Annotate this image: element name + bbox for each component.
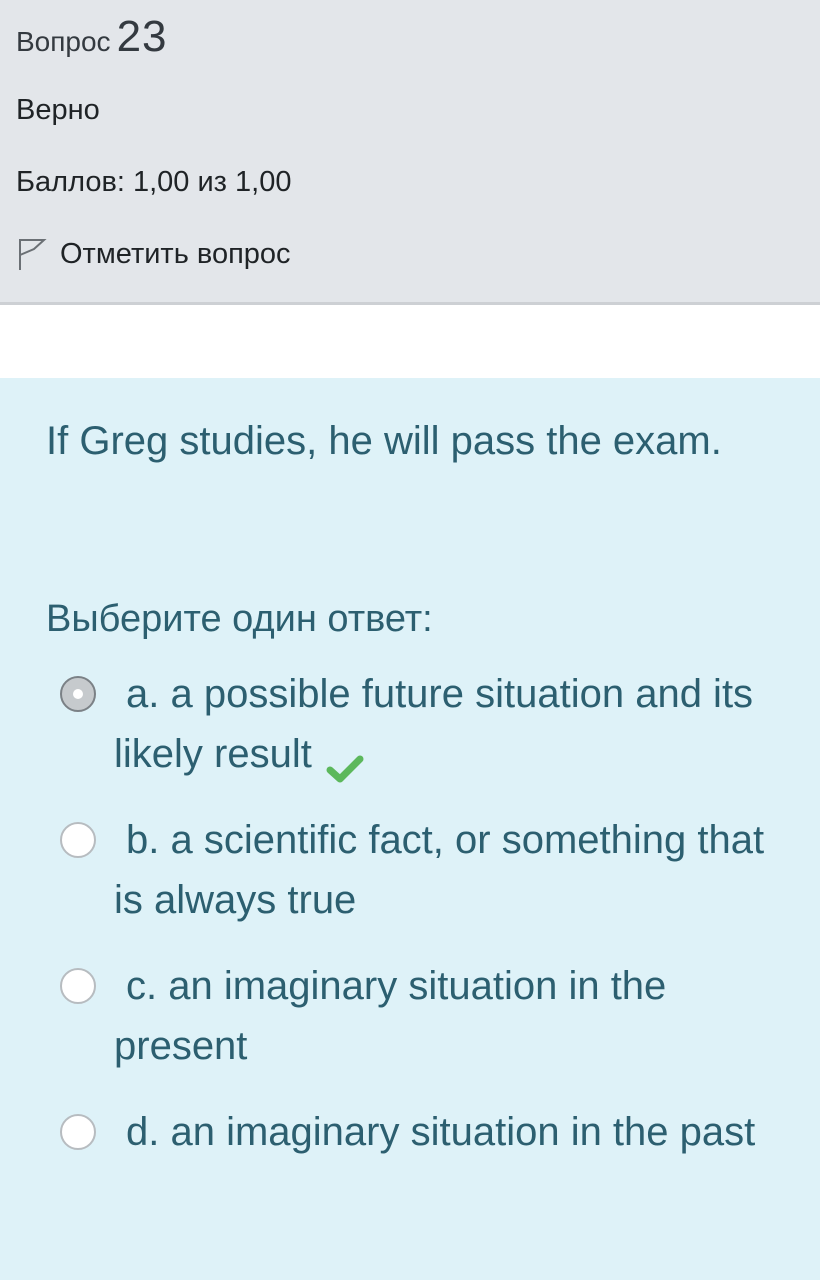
question-word: Вопрос: [16, 26, 111, 57]
answer-label-a: a. a possible future situation and its l…: [114, 672, 754, 776]
answer-option-a[interactable]: a. a possible future situation and its l…: [60, 664, 780, 784]
flag-outline-icon: [16, 236, 48, 272]
answer-label-b: b. a scientific fact, or something that …: [114, 818, 765, 922]
answer-label-d: d. an imaginary situation in the past: [126, 1110, 756, 1154]
question-grade: Баллов: 1,00 из 1,00: [16, 166, 292, 198]
flag-question-button[interactable]: Отметить вопрос: [16, 236, 291, 272]
checkmark-icon: [326, 741, 364, 783]
question-text: If Greg studies, he will pass the exam.: [46, 419, 722, 463]
question-number: Вопрос 23: [16, 12, 168, 62]
question-info-panel: Вопрос 23 Верно Баллов: 1,00 из 1,00 Отме…: [0, 0, 820, 305]
answer-label-c: c. an imaginary situation in the present: [114, 964, 667, 1068]
flag-question-label: Отметить вопрос: [60, 237, 291, 270]
answer-option-d[interactable]: d. an imaginary situation in the past: [60, 1102, 780, 1162]
answer-option-b[interactable]: b. a scientific fact, or something that …: [60, 810, 780, 930]
answer-option-c[interactable]: c. an imaginary situation in the present: [60, 956, 780, 1076]
answer-prompt: Выберите один ответ:: [46, 598, 433, 640]
question-number-value: 23: [116, 12, 168, 61]
question-state: Верно: [16, 94, 100, 126]
